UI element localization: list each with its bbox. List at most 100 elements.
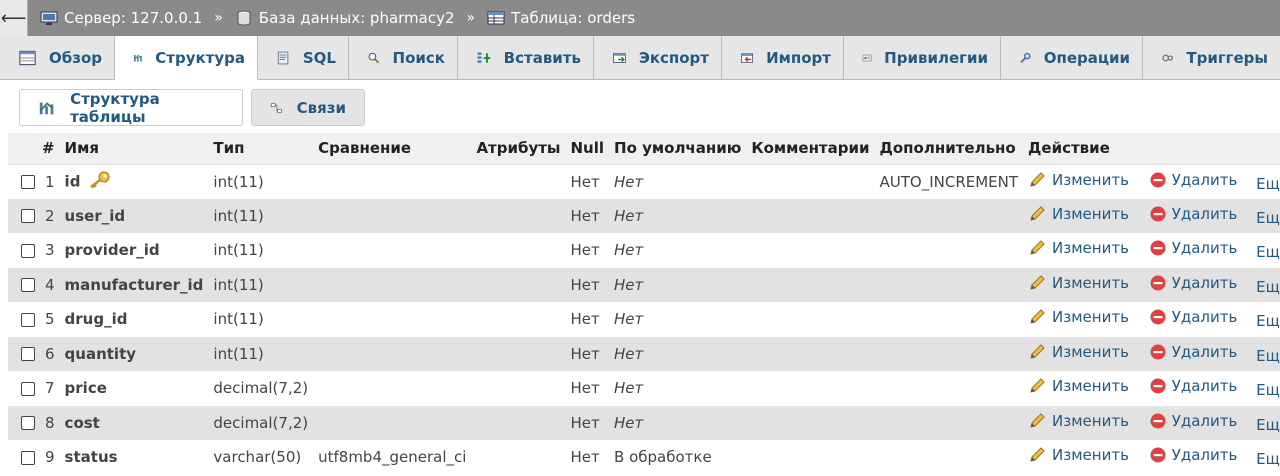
delete-icon [1150,413,1166,429]
column-comments [746,371,875,406]
breadcrumb-database[interactable]: База данных: pharmacy2 [235,9,455,27]
tab-export[interactable]: Экспорт [594,36,722,80]
column-type: int(11) [208,267,314,302]
column-comments [746,198,875,233]
row-actions: Изменить Удалить Ещё [1023,336,1280,371]
pencil-icon [1030,413,1045,428]
delete-link[interactable]: Удалить [1148,239,1237,257]
delete-link[interactable]: Удалить [1148,377,1237,395]
edit-link[interactable]: Изменить [1028,446,1129,464]
column-type: int(11) [208,164,314,199]
tab-sql[interactable]: SQL [258,36,349,80]
column-name[interactable]: provider_id [59,233,209,268]
table-row: 5 drug_id int(11) Нет Нет Изменить Удали… [8,302,1280,337]
column-comments [746,302,875,337]
more-link[interactable]: Ещё [1256,175,1280,193]
edit-link[interactable]: Изменить [1028,205,1129,223]
edit-link[interactable]: Изменить [1028,308,1129,326]
tab-insert[interactable]: Вставить [458,36,594,80]
tab-browse[interactable]: Обзор [0,36,115,80]
row-checkbox[interactable] [21,416,35,431]
column-extra [874,336,1024,371]
column-collation [313,198,472,233]
delete-icon [1150,240,1166,256]
column-attributes [471,233,566,268]
breadcrumb-server[interactable]: Сервер: 127.0.0.1 [40,9,202,27]
row-checkbox[interactable] [21,209,35,224]
edit-link[interactable]: Изменить [1028,171,1129,189]
more-link[interactable]: Ещё [1256,450,1280,468]
column-name[interactable]: status [59,440,209,475]
more-link[interactable]: Ещё [1256,347,1280,365]
column-default: Нет [609,267,747,302]
more-link[interactable]: Ещё [1256,243,1280,261]
more-link[interactable]: Ещё [1256,209,1280,227]
edit-link[interactable]: Изменить [1028,343,1129,361]
delete-link[interactable]: Удалить [1148,274,1237,292]
row-checkbox[interactable] [21,175,35,189]
breadcrumb-table[interactable]: Таблица: orders [487,9,635,27]
server-icon [40,11,58,25]
row-actions: Изменить Удалить Ещё [1023,198,1280,233]
column-header-action: Действие [1023,133,1280,165]
row-checkbox[interactable] [21,347,35,362]
back-arrow-icon[interactable]: ⟵ [0,0,28,36]
edit-link[interactable]: Изменить [1028,377,1129,395]
edit-link[interactable]: Изменить [1028,274,1129,292]
delete-link[interactable]: Удалить [1148,446,1237,464]
column-attributes [471,440,566,475]
column-name[interactable]: id [59,164,209,199]
column-name[interactable]: quantity [59,336,209,371]
column-name[interactable]: user_id [59,198,209,233]
row-checkbox[interactable] [21,312,35,327]
delete-icon [1150,275,1166,291]
row-checkbox[interactable] [21,278,35,293]
column-header-null: Null [565,133,610,165]
breadcrumb-bar: ⟵ Сервер: 127.0.0.1 » База данных: pharm… [0,0,1280,36]
tab-import[interactable]: Импорт [722,36,844,80]
row-checkbox[interactable] [21,381,35,396]
column-default: Нет [609,371,747,406]
column-attributes [471,371,566,406]
more-link[interactable]: Ещё [1256,416,1280,434]
column-name[interactable]: cost [59,405,209,440]
delete-link[interactable]: Удалить [1148,171,1237,189]
more-link[interactable]: Ещё [1256,381,1280,399]
tab-operations[interactable]: Операции [1001,36,1143,80]
column-comments [746,405,875,440]
column-extra [874,440,1024,475]
more-link[interactable]: Ещё [1256,312,1280,330]
tab-privileges[interactable]: Привилегии [844,36,1001,80]
pencil-icon [1030,378,1045,393]
row-number: 8 [40,405,60,440]
row-checkbox[interactable] [21,243,35,258]
column-type: int(11) [208,302,314,337]
edit-link[interactable]: Изменить [1028,412,1129,430]
delete-link[interactable]: Удалить [1148,205,1237,223]
column-collation [313,336,472,371]
table-row: 6 quantity int(11) Нет Нет Изменить Удал… [8,336,1280,371]
column-name[interactable]: manufacturer_id [59,267,209,302]
column-null: Нет [565,371,610,406]
triggers-icon [1162,54,1174,62]
search-icon [368,52,380,64]
column-name[interactable]: drug_id [59,302,209,337]
delete-link[interactable]: Удалить [1148,412,1237,430]
edit-link[interactable]: Изменить [1028,239,1129,257]
import-icon [741,53,754,63]
more-link[interactable]: Ещё [1256,278,1280,296]
tab-structure[interactable]: Структура [115,36,258,80]
column-attributes [471,198,566,233]
tab-triggers[interactable]: Триггеры [1143,36,1280,80]
column-extra [874,302,1024,337]
row-number: 7 [40,371,60,406]
column-collation: utf8mb4_general_ci [313,440,472,475]
table-structure-button[interactable]: Структура таблицы [19,89,243,126]
delete-link[interactable]: Удалить [1148,308,1237,326]
column-name[interactable]: price [59,371,209,406]
delete-link[interactable]: Удалить [1148,343,1237,361]
row-checkbox[interactable] [21,450,35,465]
row-actions: Изменить Удалить Ещё [1023,164,1280,199]
relations-button[interactable]: Связи [251,89,365,126]
tab-search[interactable]: Поиск [349,36,458,80]
